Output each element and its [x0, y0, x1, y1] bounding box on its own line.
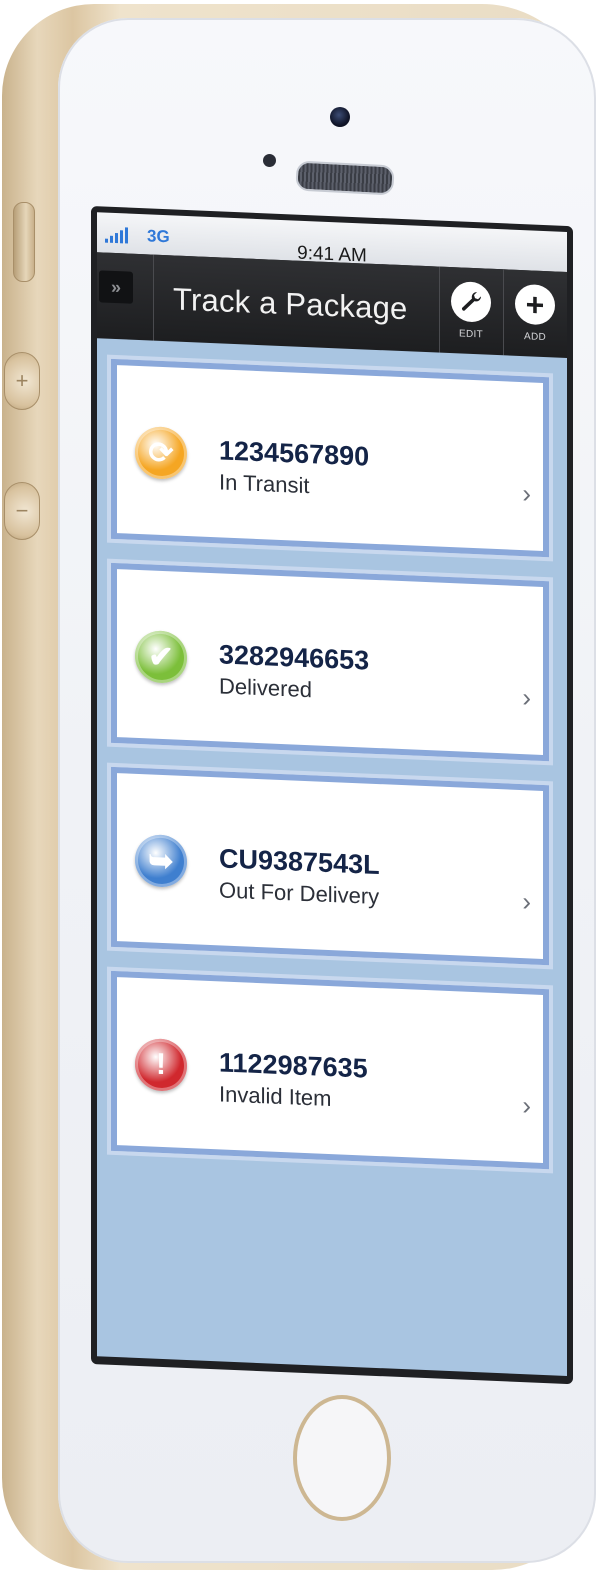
package-list: ⟳ 1234567890 In Transit › ✔ 3282946653 D…	[97, 338, 567, 1376]
nav-divider	[153, 254, 154, 341]
package-row[interactable]: ➥ CU9387543L Out For Delivery ›	[111, 766, 549, 966]
tracking-number: 1122987635	[219, 1047, 368, 1084]
checkmark-icon: ✔	[135, 629, 187, 685]
wrench-icon	[451, 281, 491, 323]
volume-down-button: −	[4, 482, 40, 540]
package-row[interactable]: ✔ 3282946653 Delivered ›	[111, 562, 549, 762]
package-row[interactable]: ! 1122987635 Invalid Item ›	[111, 970, 549, 1170]
plus-icon: +	[515, 283, 555, 326]
chevron-right-icon: ›	[522, 682, 531, 713]
phone-mockup: + − 3G 9:41 AM ✱ » Track a Package	[0, 0, 599, 1573]
silent-switch	[13, 202, 35, 282]
proximity-sensor	[263, 154, 276, 167]
exclamation-icon: !	[135, 1037, 187, 1093]
edit-button[interactable]: EDIT	[441, 273, 501, 356]
arrow-icon: ➥	[135, 833, 187, 889]
volume-up-button: +	[4, 352, 40, 410]
add-button[interactable]: + ADD	[505, 275, 565, 358]
chevron-right-icon: ›	[522, 1090, 531, 1121]
page-title: Track a Package	[173, 281, 408, 327]
package-status: Out For Delivery	[219, 877, 380, 910]
package-status: In Transit	[219, 469, 310, 499]
tracking-number: 1234567890	[219, 435, 370, 472]
home-button[interactable]	[293, 1395, 391, 1521]
refresh-icon: ⟳	[135, 425, 187, 481]
nav-divider	[439, 266, 440, 353]
menu-button[interactable]: »	[99, 270, 133, 304]
package-row[interactable]: ⟳ 1234567890 In Transit ›	[111, 358, 549, 558]
app-screen: 3G 9:41 AM ✱ » Track a Package EDIT + A	[91, 206, 573, 1385]
tracking-number: 3282946653	[219, 639, 370, 676]
front-camera	[330, 107, 350, 127]
chevron-right-icon: ›	[522, 478, 531, 509]
chevron-right-icon: ›	[522, 886, 531, 917]
add-label: ADD	[523, 331, 546, 344]
earpiece-speaker	[295, 160, 395, 196]
nav-divider	[503, 269, 504, 356]
tracking-number: CU9387543L	[219, 843, 380, 881]
package-status: Delivered	[219, 673, 312, 703]
edit-label: EDIT	[459, 328, 483, 341]
package-status: Invalid Item	[219, 1081, 332, 1112]
